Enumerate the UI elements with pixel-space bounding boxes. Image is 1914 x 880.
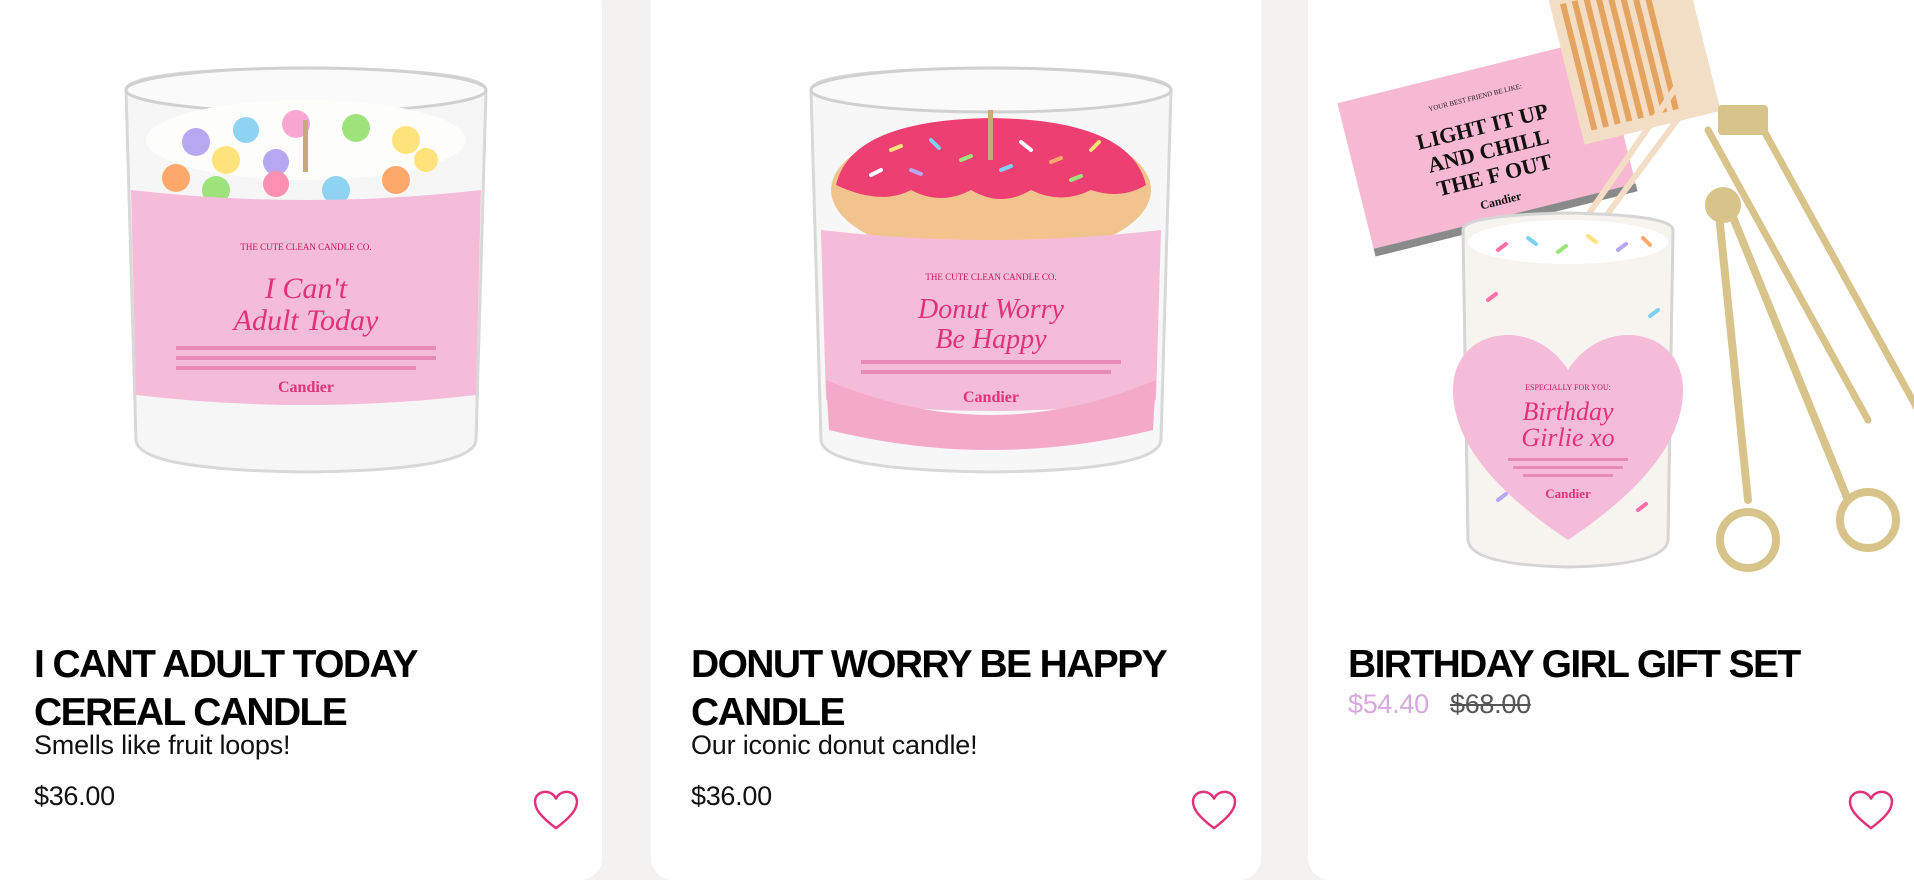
product-card[interactable]: YOUR BEST FRIEND BE LIKE: LIGHT IT UP AN… — [1308, 0, 1914, 880]
product-title-line2[interactable]: CANDLE — [691, 691, 846, 734]
label-script-line2: Be Happy — [935, 324, 1047, 355]
product-description: Smells like fruit loops! — [34, 730, 291, 760]
label-script-line2: Girlie xo — [1521, 423, 1614, 452]
wishlist-button[interactable] — [1848, 790, 1894, 832]
product-title[interactable]: BIRTHDAY GIRL GIFT SET — [1348, 641, 1801, 689]
original-price: $68.00 — [1450, 689, 1531, 719]
cereal-candle-image: THE CUTE CLEAN CANDLE CO. I Can't Adult … — [124, 66, 488, 474]
product-image[interactable]: THE CUTE CLEAN CANDLE CO. Donut Worry Be… — [651, 0, 1261, 600]
gift-set-image: YOUR BEST FRIEND BE LIKE: LIGHT IT UP AN… — [1337, 0, 1914, 572]
label-script-line1: Birthday — [1523, 397, 1614, 426]
heart-icon — [1848, 790, 1894, 830]
product-title[interactable]: DONUT WORRY BE HAPPY CANDLE — [691, 641, 1168, 737]
wishlist-button[interactable] — [1191, 790, 1237, 832]
heart-icon — [1191, 790, 1237, 830]
product-title-line1[interactable]: I CANT ADULT TODAY — [34, 643, 418, 686]
product-card[interactable]: THE CUTE CLEAN CANDLE CO. I Can't Adult … — [0, 0, 602, 880]
product-price: $36.00 — [34, 781, 115, 811]
sale-price: $54.40 — [1348, 689, 1429, 719]
product-description: Our iconic donut candle! — [691, 730, 978, 760]
product-image[interactable]: THE CUTE CLEAN CANDLE CO. I Can't Adult … — [0, 0, 602, 600]
product-title[interactable]: I CANT ADULT TODAY CEREAL CANDLE — [34, 641, 418, 737]
label-logo: Candier — [963, 389, 1019, 406]
label-logo: Candier — [278, 379, 334, 396]
label-script-line2: Adult Today — [232, 304, 379, 337]
label-script-line1: Donut Worry — [917, 294, 1065, 325]
label-script-line1: I Can't — [264, 272, 348, 305]
wishlist-button[interactable] — [533, 790, 579, 832]
product-image[interactable]: YOUR BEST FRIEND BE LIKE: LIGHT IT UP AN… — [1308, 0, 1914, 600]
heart-small-text: ESPECIALLY FOR YOU: — [1525, 383, 1611, 392]
label-logo: Candier — [1545, 486, 1591, 501]
donut-candle-image: THE CUTE CLEAN CANDLE CO. Donut Worry Be… — [809, 66, 1173, 474]
label-brand-text: THE CUTE CLEAN CANDLE CO. — [925, 272, 1056, 282]
product-title-line1[interactable]: DONUT WORRY BE HAPPY — [691, 643, 1168, 686]
label-brand-text: THE CUTE CLEAN CANDLE CO. — [240, 242, 371, 252]
product-price: $36.00 — [691, 781, 772, 811]
product-card[interactable]: THE CUTE CLEAN CANDLE CO. Donut Worry Be… — [651, 0, 1261, 880]
product-title-line2[interactable]: CEREAL CANDLE — [34, 691, 348, 734]
heart-icon — [533, 790, 579, 830]
